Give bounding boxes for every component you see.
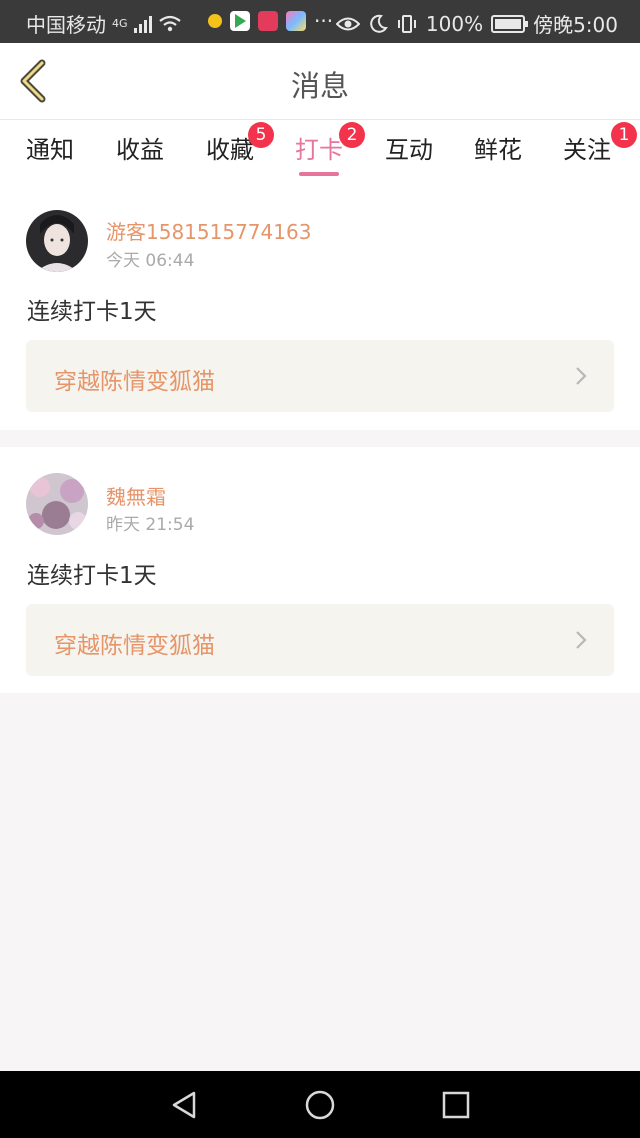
home-circle-icon[interactable] [300, 1085, 340, 1125]
photo-app-icon [286, 11, 306, 31]
story-title: 穿越陈情变狐猫 [54, 633, 215, 659]
carrier-label: 中国移动 [26, 13, 106, 37]
avatar[interactable] [26, 473, 88, 535]
tab-bar: 通知 收益 收藏 5 打卡 2 互动 鲜花 关注 1 [0, 120, 640, 182]
unread-badge: 2 [339, 122, 365, 148]
username[interactable]: 游客1581515774163 [106, 216, 311, 245]
chevron-right-icon [576, 367, 587, 385]
timestamp: 今天 06:44 [106, 251, 195, 271]
tab-label: 收益 [116, 136, 164, 164]
username[interactable]: 魏無霜 [106, 481, 166, 510]
story-link[interactable]: 穿越陈情变狐猫 [26, 340, 614, 412]
battery-percent: 100% [425, 11, 484, 36]
app-notification-icon [208, 14, 222, 28]
tab-label: 收藏 [206, 136, 254, 164]
story-link[interactable]: 穿越陈情变狐猫 [26, 604, 614, 676]
wifi-icon [158, 15, 181, 31]
moon-icon [370, 14, 388, 33]
unread-badge: 5 [248, 122, 274, 148]
tab-label: 打卡 [295, 136, 343, 164]
message-card: 魏無霜 昨天 21:54 连续打卡1天 穿越陈情变狐猫 [0, 447, 640, 693]
clock: 傍晚5:00 [533, 13, 618, 37]
play-store-icon [230, 11, 250, 31]
status-bar: 中国移动 4G ··· 100% 傍晚5:00 [0, 0, 640, 43]
signal-icon [133, 15, 152, 33]
more-notifications: ··· [314, 9, 334, 33]
tab-label: 鲜花 [474, 136, 522, 164]
message-text: 连续打卡1天 [27, 563, 157, 589]
active-tab-indicator [299, 172, 339, 176]
tab-follow[interactable]: 关注 1 [563, 122, 637, 165]
tab-checkin[interactable]: 打卡 2 [295, 122, 365, 176]
shop-app-icon [258, 11, 278, 31]
story-title: 穿越陈情变狐猫 [54, 369, 215, 395]
vibrate-icon [397, 14, 416, 33]
tab-label: 关注 [563, 136, 611, 164]
unread-badge: 1 [611, 122, 637, 148]
battery-icon [491, 14, 529, 33]
timestamp: 昨天 21:54 [106, 515, 195, 535]
app-header: 消息 [0, 43, 640, 120]
message-card: 游客1581515774163 今天 06:44 连续打卡1天 穿越陈情变狐猫 [0, 182, 640, 430]
chevron-right-icon [576, 631, 587, 649]
tab-favorites[interactable]: 收藏 5 [206, 122, 274, 165]
back-triangle-icon[interactable] [164, 1085, 204, 1125]
tab-notification[interactable]: 通知 [26, 130, 74, 165]
tab-flowers[interactable]: 鲜花 [474, 130, 522, 165]
tab-label: 通知 [26, 136, 74, 164]
system-nav-bar [0, 1071, 640, 1138]
tab-label: 互动 [385, 136, 433, 164]
tab-earnings[interactable]: 收益 [116, 130, 164, 165]
avatar[interactable] [26, 210, 88, 272]
page-title: 消息 [290, 69, 349, 103]
eye-icon [335, 17, 360, 30]
recents-square-icon[interactable] [436, 1085, 476, 1125]
tab-interaction[interactable]: 互动 [385, 130, 433, 165]
message-text: 连续打卡1天 [27, 299, 157, 325]
network-type: 4G [112, 17, 128, 30]
